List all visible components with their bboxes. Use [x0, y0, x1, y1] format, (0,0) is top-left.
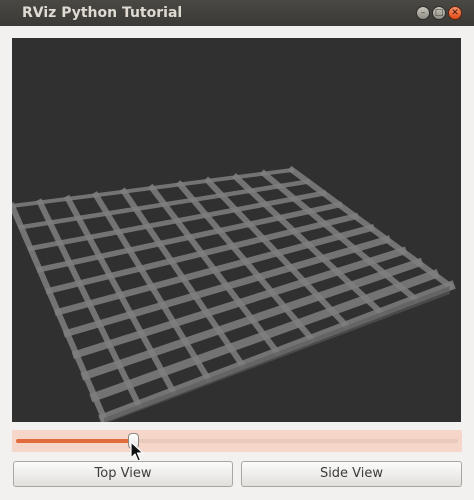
side-view-button[interactable]: Side View — [241, 461, 462, 487]
minimize-icon[interactable]: – — [416, 6, 430, 20]
slider-handle[interactable] — [128, 433, 140, 449]
close-icon[interactable]: ✕ — [448, 6, 462, 20]
app-window: RViz Python Tutorial – □ ✕ Top View Side… — [0, 0, 474, 500]
grid-floor — [12, 165, 456, 422]
slider-fill — [16, 439, 134, 443]
title-bar[interactable]: RViz Python Tutorial – □ ✕ — [0, 0, 474, 26]
view-slider[interactable] — [12, 430, 462, 452]
render-viewport[interactable] — [12, 38, 461, 422]
grid-canvas — [12, 165, 456, 422]
top-view-button[interactable]: Top View — [13, 461, 233, 487]
maximize-icon[interactable]: □ — [432, 6, 446, 20]
window-title: RViz Python Tutorial — [22, 5, 183, 21]
